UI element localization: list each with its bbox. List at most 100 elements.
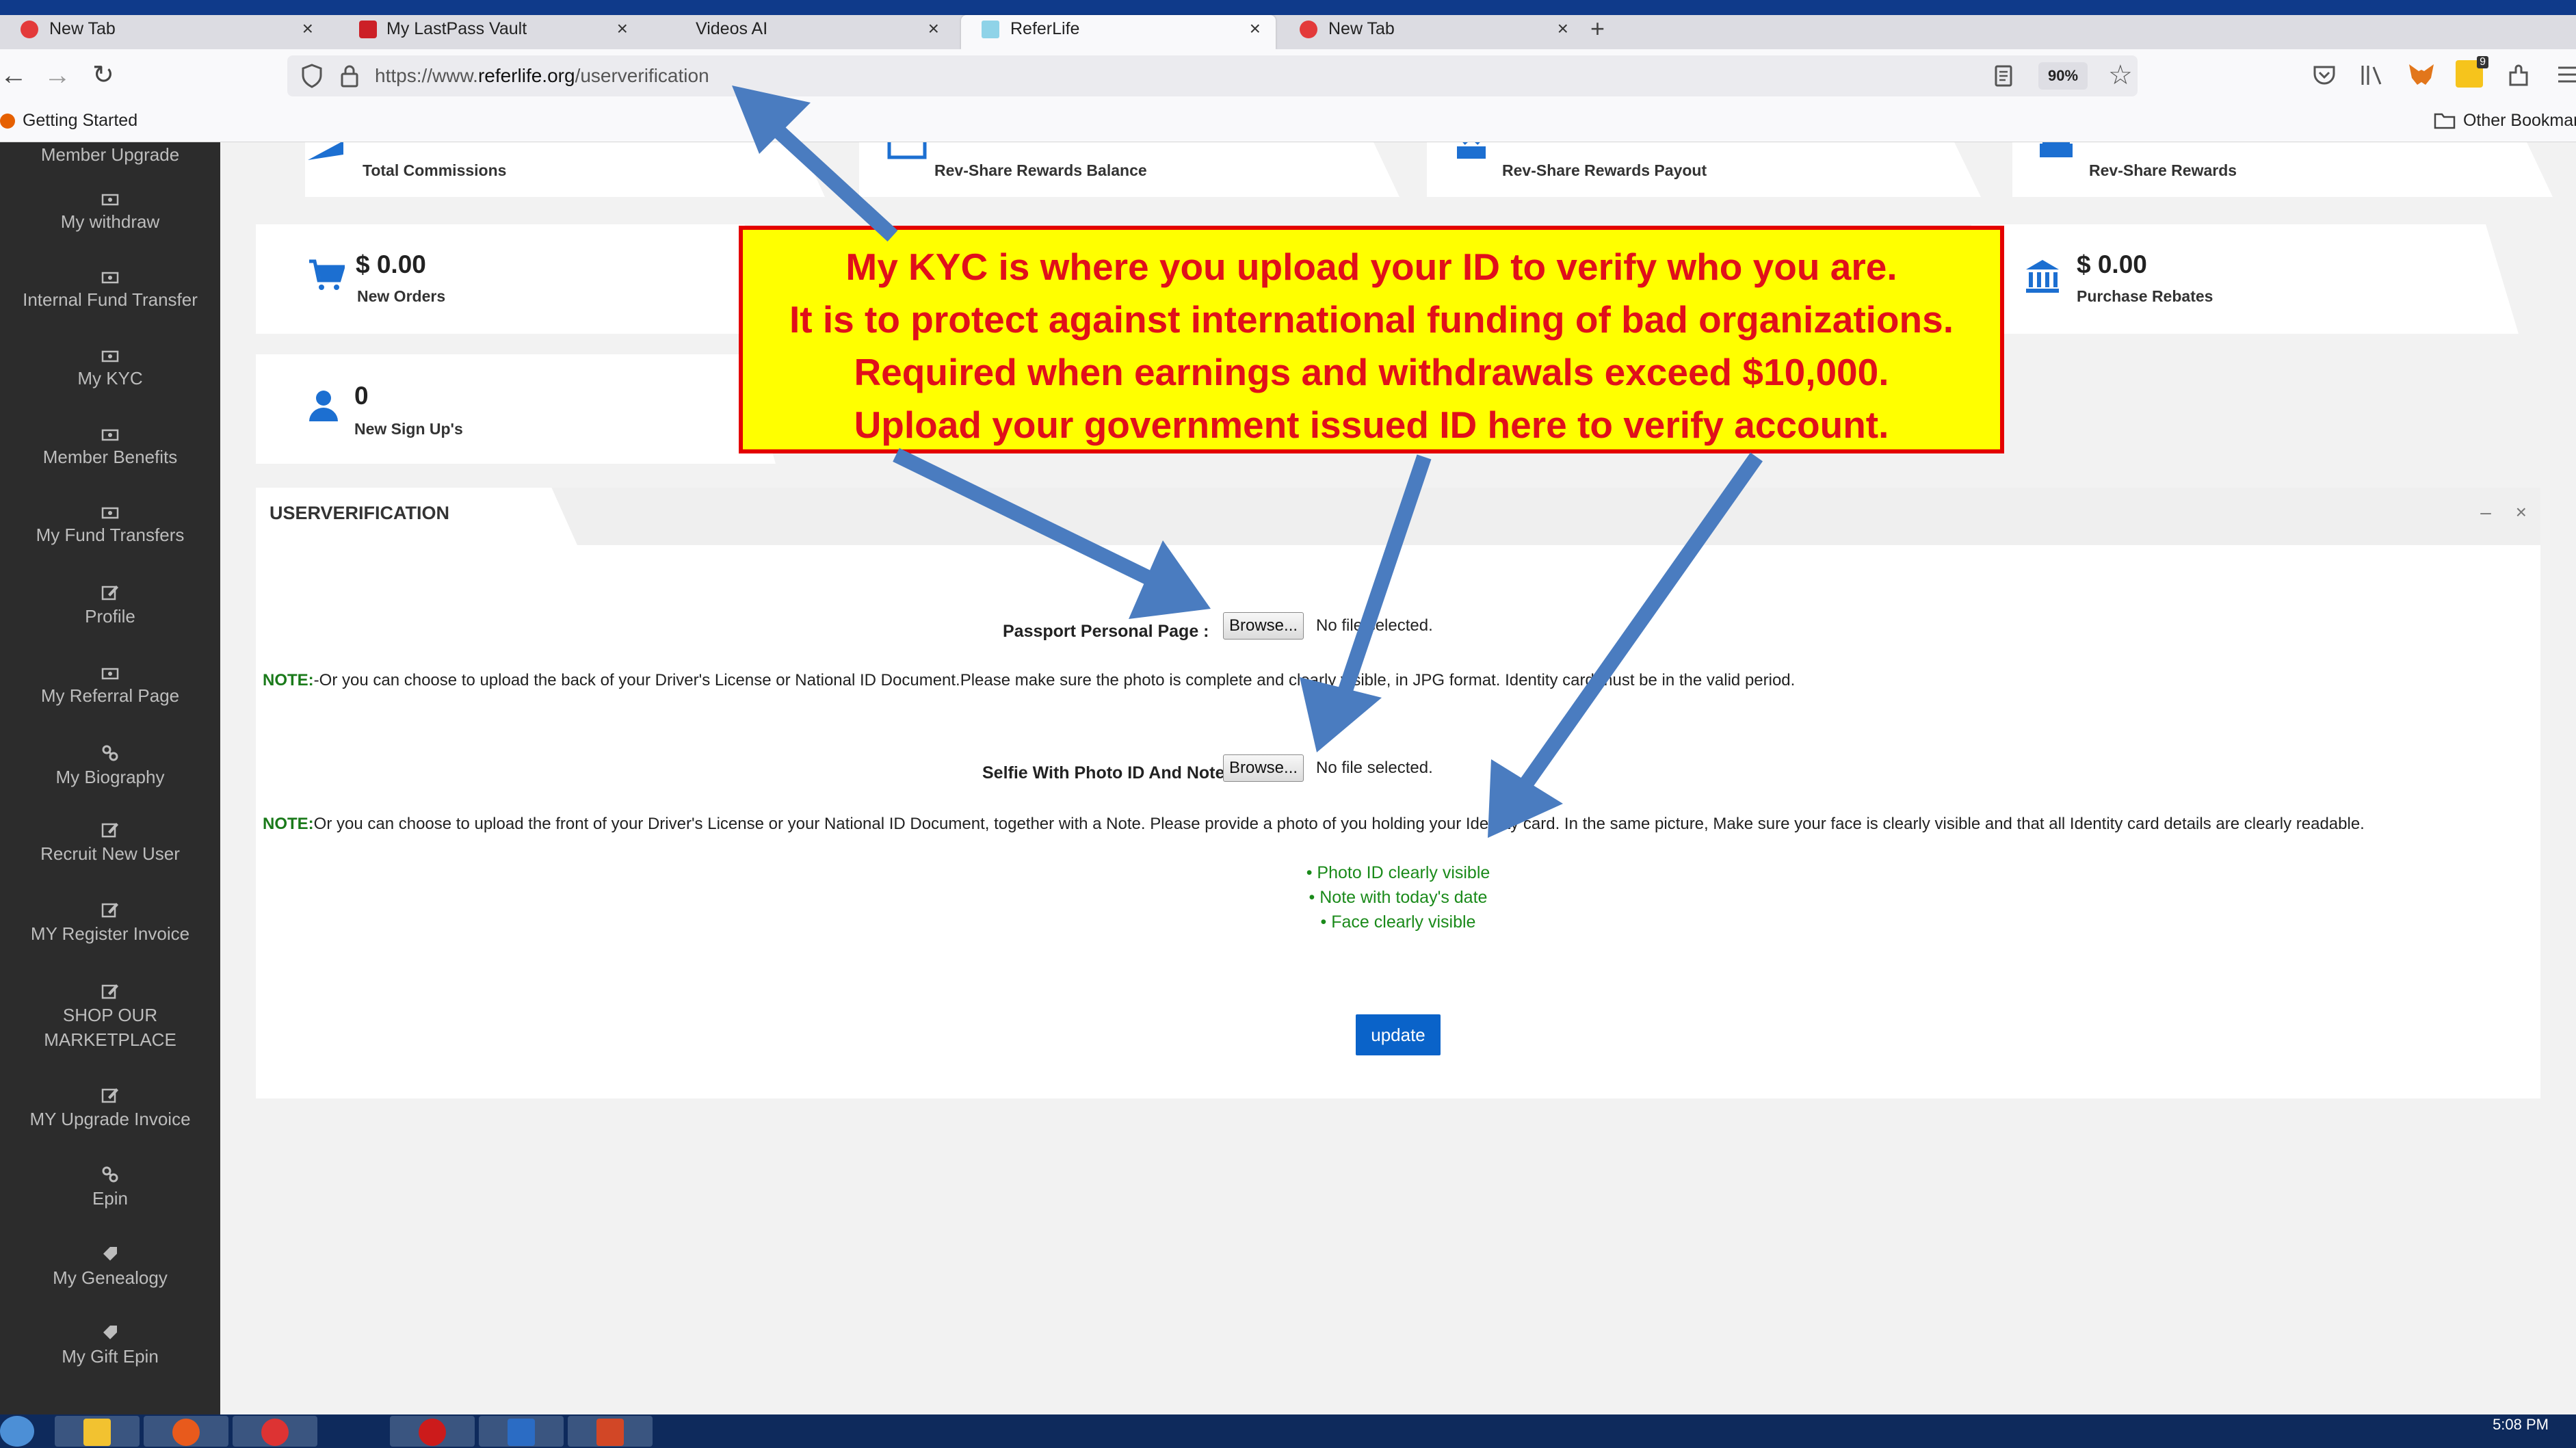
metamask-icon[interactable] [2408, 63, 2435, 88]
url-text[interactable]: https://www.referlife.org/userverificati… [375, 65, 709, 87]
update-button[interactable]: update [1356, 1014, 1441, 1055]
money-icon [101, 668, 119, 680]
annotation-callout: My KYC is where you upload your ID to ve… [739, 226, 2004, 453]
firefox-icon [172, 1419, 200, 1446]
minimize-button[interactable]: – [2480, 501, 2491, 523]
reader-view-icon[interactable] [1994, 65, 2013, 87]
note-text: Or you can choose to upload the front of… [313, 815, 2365, 833]
zoom-level[interactable]: 90% [2038, 62, 2088, 90]
taskbar-app-outlook[interactable] [479, 1416, 564, 1447]
tab-videos-ai[interactable]: Videos AI × [646, 15, 954, 49]
sidebar-item-epin[interactable]: Epin [0, 1166, 220, 1211]
close-icon[interactable]: × [1250, 15, 1261, 42]
sidebar-item-my-biography[interactable]: My Biography [0, 744, 220, 789]
sidebar-item-label: MY Register Invoice [30, 923, 190, 944]
wallet-icon [887, 142, 927, 159]
sidebar-item-label: Epin [92, 1188, 129, 1209]
menu-icon[interactable] [2557, 64, 2576, 85]
sidebar-item-label: Recruit New User [40, 843, 180, 864]
bookmark-other[interactable]: Other Bookmarks [2434, 111, 2576, 131]
sidebar-item-my-genealogy[interactable]: My Genealogy [0, 1245, 220, 1290]
panel-header: USERVERIFICATION – × [256, 488, 2540, 545]
sidebar-item-member-upgrade[interactable]: Member Upgrade [0, 142, 220, 167]
tab-referlife[interactable]: ReferLife × [961, 15, 1276, 49]
tab-new-tab-2[interactable]: New Tab × [1279, 15, 1583, 49]
edit-icon [101, 585, 118, 601]
money-icon [101, 507, 119, 519]
tab-title: ReferLife [1010, 19, 1080, 38]
back-button[interactable]: ← [0, 59, 27, 92]
bookmark-getting-started[interactable]: Getting Started [0, 111, 137, 131]
user-icon [309, 391, 338, 421]
sidebar-item-my-withdraw[interactable]: My withdraw [0, 193, 220, 234]
selfie-file-status: No file selected. [1316, 759, 1433, 777]
lock-icon [341, 65, 358, 88]
opera-icon [419, 1419, 446, 1446]
notification-count: 9 [2477, 56, 2488, 68]
sidebar-item-my-referral-page[interactable]: My Referral Page [0, 667, 220, 708]
close-icon[interactable]: × [928, 15, 939, 42]
firefox-icon [0, 114, 15, 129]
tab-title: New Tab [1328, 19, 1395, 38]
close-icon[interactable]: × [617, 15, 628, 42]
sidebar-item-my-register-invoice[interactable]: MY Register Invoice [0, 901, 220, 946]
sidebar-item-label: My Referral Page [40, 685, 180, 706]
bank-icon [2026, 260, 2059, 293]
panel-title: USERVERIFICATION [270, 503, 450, 523]
sidebar-item-my-fund-transfers[interactable]: My Fund Transfers [0, 506, 220, 547]
stat-value: $ 0.00 [2077, 250, 2147, 278]
reload-button[interactable]: ↻ [92, 59, 114, 92]
sidebar-item-label: My KYC [77, 368, 143, 389]
close-button[interactable]: × [2516, 501, 2527, 523]
money-icon [101, 429, 119, 441]
passport-label: Passport Personal Page : [1003, 622, 1209, 641]
tag-icon [103, 1326, 117, 1339]
stat-card-rev-share-rewards: Rev-Share Rewards [2012, 142, 2553, 197]
sidebar-item-shop-our-marketplace[interactable]: SHOP OUR MARKETPLACE [0, 982, 220, 1052]
edit-icon [101, 984, 118, 999]
firefox-icon [21, 21, 38, 38]
bookmark-label: Other Bookmarks [2462, 111, 2576, 130]
sidebar-item-my-upgrade-invoice[interactable]: MY Upgrade Invoice [0, 1086, 220, 1131]
taskbar-app-explorer[interactable] [55, 1416, 140, 1447]
folder-icon [2434, 113, 2456, 129]
sidebar-item-label: Internal Fund Transfer [23, 289, 198, 310]
payout-icon [1457, 142, 1486, 159]
taskbar-app-opera[interactable] [390, 1416, 475, 1447]
sidebar-item-label: SHOP OUR [62, 1005, 158, 1025]
start-button[interactable] [0, 1416, 34, 1447]
forward-button[interactable]: → [44, 59, 71, 92]
taskbar-app-powerpoint[interactable] [568, 1416, 653, 1447]
passport-browse-button[interactable]: Browse... [1223, 612, 1304, 640]
stat-label: New Sign Up's [354, 420, 463, 438]
sidebar-item-label: My Fund Transfers [36, 525, 185, 545]
extensions-icon[interactable] [2508, 63, 2531, 88]
money-icon [101, 194, 119, 206]
library-icon[interactable] [2358, 63, 2384, 88]
commissions-icon [308, 142, 343, 160]
close-icon[interactable]: × [302, 15, 313, 42]
selfie-browse-button[interactable]: Browse... [1223, 754, 1304, 782]
sidebar-item-recruit-new-user[interactable]: Recruit New User [0, 821, 220, 866]
url-bar[interactable]: https://www.referlife.org/userverificati… [287, 55, 2138, 96]
sidebar: Member Upgrade My withdraw Internal Fund… [0, 142, 220, 1414]
tab-new-tab-1[interactable]: New Tab × [0, 15, 328, 49]
taskbar-app-firefox[interactable] [144, 1416, 228, 1447]
sidebar-item-profile[interactable]: Profile [0, 583, 220, 629]
extension-badge-icon[interactable]: 9 [2456, 56, 2488, 88]
close-icon[interactable]: × [1558, 15, 1568, 42]
money-icon [101, 350, 119, 363]
panel-tools: – × [2480, 501, 2527, 523]
tab-lastpass[interactable]: My LastPass Vault × [335, 15, 643, 49]
taskbar-app-chrome[interactable] [233, 1416, 317, 1447]
callout-line: Required when earnings and withdrawals e… [854, 351, 1889, 393]
sidebar-item-internal-fund-transfer[interactable]: Internal Fund Transfer [0, 271, 220, 312]
sidebar-item-member-benefits[interactable]: Member Benefits [0, 428, 220, 469]
new-tab-button[interactable]: + [1590, 15, 1605, 42]
chrome-icon [261, 1419, 289, 1446]
pocket-icon[interactable] [2312, 63, 2337, 88]
sidebar-item-my-kyc[interactable]: My KYC [0, 350, 220, 391]
sidebar-item-my-gift-epin[interactable]: My Gift Epin [0, 1324, 220, 1369]
bookmark-star-icon[interactable]: ☆ [2108, 60, 2133, 91]
stat-card-rev-share-payout: Rev-Share Rewards Payout [1427, 142, 1981, 197]
